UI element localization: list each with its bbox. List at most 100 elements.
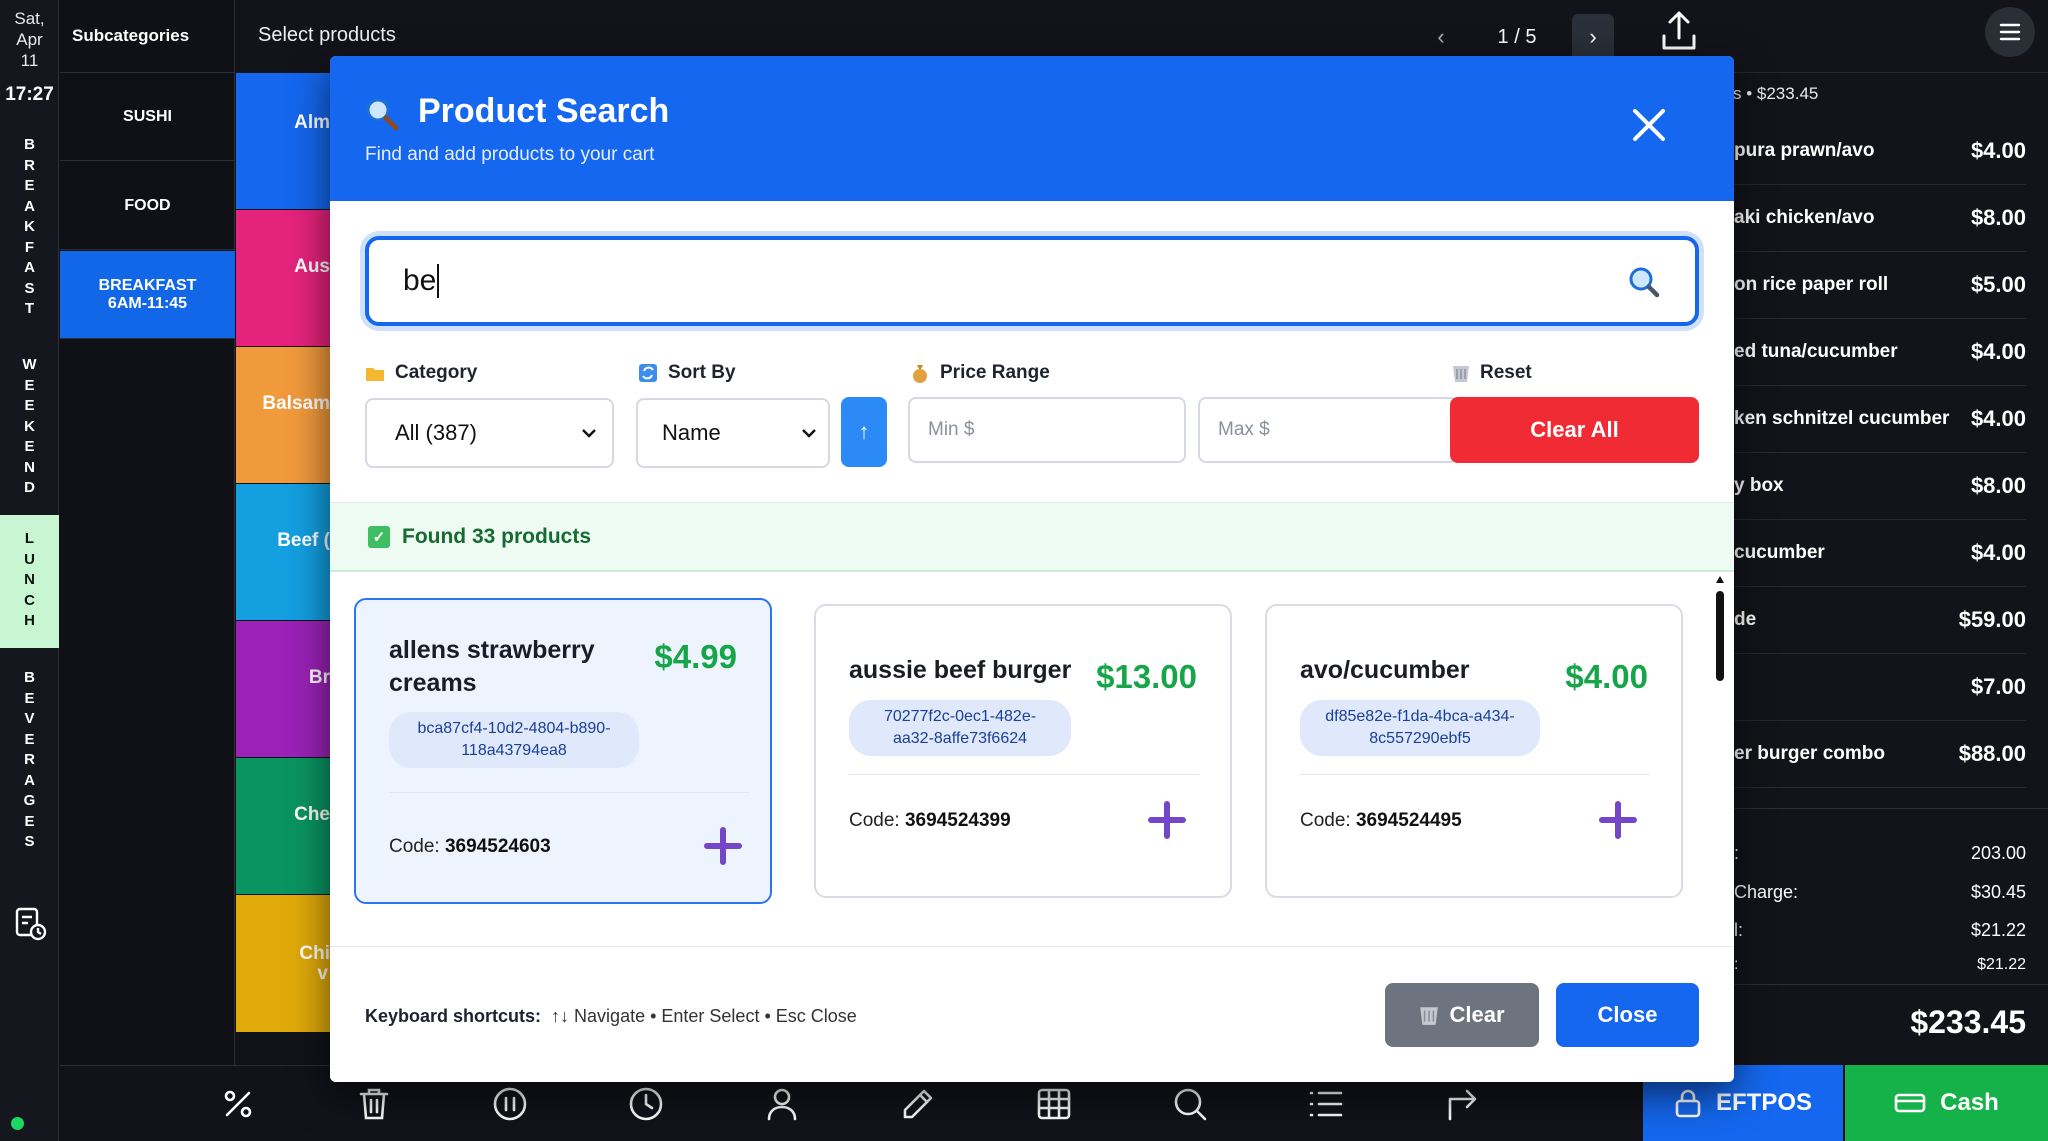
section-letter: K (24, 417, 35, 435)
section-weekend[interactable]: WEEKEND (0, 355, 59, 500)
category-select[interactable]: All (387) (365, 398, 614, 468)
list-icon[interactable] (1304, 1082, 1348, 1126)
customer-icon[interactable] (760, 1082, 804, 1126)
section-letter: E (24, 397, 35, 414)
page-indicator: 1 / 5 (1497, 25, 1537, 48)
close-button[interactable]: Close (1556, 983, 1699, 1047)
clear-button[interactable]: Clear (1385, 983, 1539, 1047)
product-name: aussie beef burger (849, 656, 1072, 684)
product-tile[interactable]: Br (236, 621, 332, 757)
product-name: allens strawberry creams (389, 636, 595, 697)
product-code-label: Code: (849, 810, 900, 831)
section-breakfast[interactable]: BREAKFAST (0, 135, 59, 325)
cart-item[interactable]: pura prawn/avo $4.00 (1734, 118, 2026, 185)
cart-item[interactable]: ed tuna/cucumber $4.00 (1734, 319, 2026, 386)
products-title: Select products (258, 24, 396, 46)
total-value: 203.00 (1970, 843, 2026, 863)
upload-icon[interactable] (1660, 10, 1698, 54)
price-filter-label: Price Range (910, 362, 1050, 384)
cart-item[interactable]: er burger combo $88.00 (1734, 721, 2026, 788)
cart-item-price: $4.00 (1970, 406, 2026, 431)
scroll-up-arrow[interactable] (1716, 576, 1724, 583)
table-icon[interactable] (1032, 1082, 1076, 1126)
edit-icon[interactable] (896, 1082, 940, 1126)
section-beverages[interactable]: BEVERAGES (0, 668, 59, 858)
redirect-icon[interactable] (1440, 1082, 1484, 1126)
clock: 17:27 (5, 84, 54, 105)
cart-item[interactable]: de $59.00 (1734, 587, 2026, 654)
search-input-value: be (403, 264, 437, 297)
shortcuts-label: Keyboard shortcuts: (365, 1006, 542, 1026)
report-icon[interactable] (14, 906, 48, 942)
product-tile[interactable]: Alm (236, 73, 332, 209)
total-value: $21.22 (1977, 956, 2026, 973)
cart-item[interactable]: aki chicken/avo $8.00 (1734, 185, 2026, 252)
cart-item-name: y box (1734, 475, 1784, 496)
product-tile[interactable]: Beef ( (236, 484, 332, 620)
cash-button[interactable]: Cash (1845, 1065, 2048, 1141)
product-code-label: Code: (389, 836, 440, 857)
cart-item-price: $8.00 (1970, 205, 2026, 230)
wastebasket-icon (1420, 1007, 1439, 1025)
money-bag-icon (913, 365, 927, 383)
clock-icon[interactable] (624, 1082, 668, 1126)
prev-page-button[interactable]: ‹ (1420, 14, 1462, 60)
section-letter: S (24, 833, 35, 850)
product-tile[interactable]: Aus (236, 210, 332, 346)
magnifier-icon (365, 97, 399, 131)
cart-item[interactable]: cucumber $4.00 (1734, 520, 2026, 587)
search-icon[interactable] (1628, 266, 1660, 298)
cart-item-price: $88.00 (1958, 741, 2026, 766)
min-price-input[interactable]: Min $ (908, 397, 1186, 463)
wastebasket-icon (1453, 366, 1469, 382)
search-icon[interactable] (1168, 1082, 1212, 1126)
product-id-badge: df85e82e-f1da-4bca-a434-8c557290ebf5 (1300, 700, 1540, 756)
product-tile-label: Che (294, 804, 330, 825)
discount-icon[interactable] (216, 1082, 260, 1126)
product-tile[interactable]: Chi v (236, 895, 332, 1032)
add-to-cart-icon[interactable] (1598, 800, 1638, 840)
pause-icon[interactable] (488, 1082, 532, 1126)
cart-item-name: pura prawn/avo (1734, 140, 1875, 161)
trash-icon[interactable] (352, 1082, 396, 1126)
cart-item-name: aki chicken/avo (1734, 207, 1875, 228)
section-letter: W (22, 356, 37, 373)
max-price-input[interactable]: Max $ (1198, 397, 1458, 463)
add-to-cart-icon[interactable] (703, 826, 743, 866)
subtotal-row: : 203.00 (1734, 843, 2026, 864)
check-icon: ✓ (368, 525, 390, 548)
sort-select[interactable]: Name (636, 398, 830, 468)
sort-direction-button[interactable]: ↑ (841, 397, 887, 467)
subcategory-breakfast[interactable]: BREAKFAST 6AM-11:45 (60, 251, 235, 339)
product-card[interactable]: aussie beef burger $13.00 70277f2c-0ec1-… (814, 604, 1232, 898)
cart-item[interactable]: on rice paper roll $5.00 (1734, 252, 2026, 319)
cart-item[interactable]: y box $8.00 (1734, 453, 2026, 520)
folder-icon (366, 367, 384, 381)
hamburger-icon (1999, 23, 2021, 41)
cart-item-price: $4.00 (1970, 339, 2026, 364)
cart-item[interactable]: ken schnitzel cucumber $4.00 (1734, 386, 2026, 453)
clear-all-button[interactable]: Clear All (1450, 397, 1699, 463)
search-input[interactable]: be (365, 236, 1699, 326)
product-code-label: Code: (1300, 810, 1351, 831)
product-tile[interactable]: Che (236, 758, 332, 894)
menu-button[interactable] (1985, 7, 2035, 57)
add-to-cart-icon[interactable] (1147, 800, 1187, 840)
results-scrollbar[interactable] (1716, 591, 1724, 681)
product-code-value: 3694524603 (444, 836, 551, 857)
product-card[interactable]: avo/cucumber $4.00 df85e82e-f1da-4bca-a4… (1265, 604, 1683, 898)
close-icon[interactable] (1630, 106, 1668, 144)
next-page-button[interactable]: › (1572, 14, 1614, 60)
card-divider (389, 792, 749, 793)
totals-divider (1734, 808, 2048, 809)
product-card[interactable]: allens strawberry creams $4.99 bca87cf4-… (354, 598, 772, 904)
cart-item[interactable]: $7.00 (1734, 654, 2026, 721)
product-tile-label: Beef ( (277, 530, 330, 551)
section-lunch[interactable]: LUNCH (0, 515, 59, 648)
subcategory-food[interactable]: FOOD (60, 162, 235, 250)
product-tile[interactable]: Balsam (236, 347, 332, 483)
product-code-value: 3694524495 (1355, 810, 1462, 831)
grand-total: $233.45 (1910, 1004, 2026, 1040)
subcategory-sushi[interactable]: SUSHI (60, 73, 235, 161)
date-month: Apr (16, 30, 43, 49)
